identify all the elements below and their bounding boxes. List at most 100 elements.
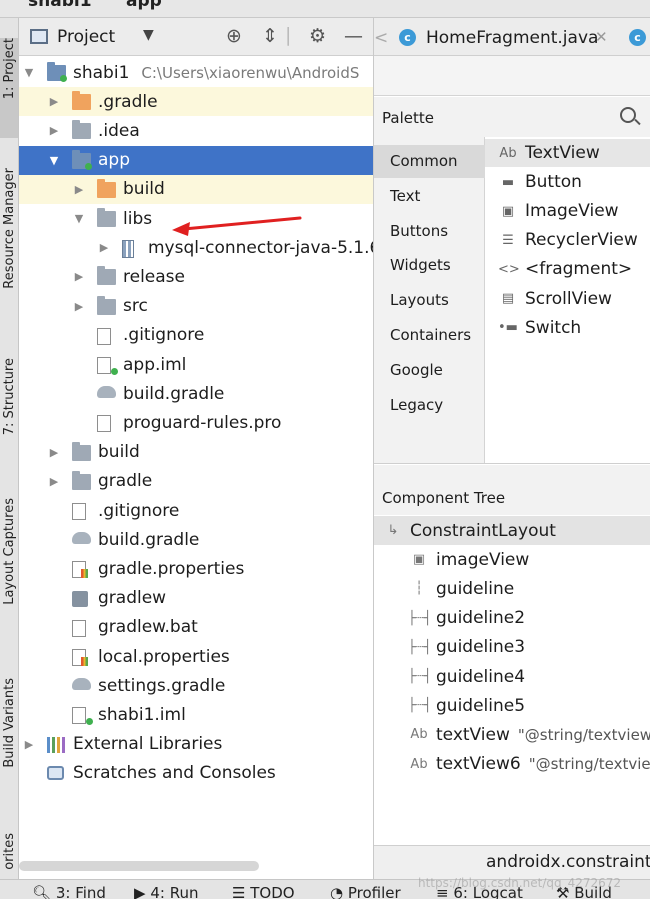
profiler-icon: ◔ — [330, 884, 344, 899]
close-icon[interactable]: ✕ — [595, 28, 608, 46]
palette-item-label: ImageView — [525, 201, 619, 222]
palette-item[interactable]: ▤ ScrollView — [485, 285, 650, 313]
palette-item[interactable]: •▬ Switch — [485, 314, 650, 342]
palette-item[interactable]: <> <fragment> — [485, 255, 650, 283]
expand-arrow-down-icon[interactable]: ▼ — [73, 212, 85, 225]
component-tree-node[interactable]: ↳ ConstraintLayout — [374, 516, 650, 545]
bottom-tab-run[interactable]: ▶ 4: Run — [134, 884, 198, 899]
component-tree-node[interactable]: ├┈┤ guideline3 — [374, 633, 650, 662]
tree-node[interactable]: gradlew — [19, 584, 373, 613]
tab-home-fragment[interactable]: HomeFragment.java — [426, 28, 598, 48]
tree-node[interactable]: ▼ app — [19, 145, 373, 175]
expand-arrow-right-icon[interactable]: ▶ — [73, 183, 85, 196]
tool-tab-project[interactable]: 1: Project — [0, 38, 18, 138]
tree-node[interactable]: ▶ External Libraries — [19, 730, 373, 759]
tool-tab-build-variants[interactable]: Build Variants — [0, 678, 18, 818]
horizontal-scrollbar[interactable] — [19, 861, 259, 871]
bottom-tab-find[interactable]: 🔍︎ 3: Find — [32, 884, 106, 899]
tree-node[interactable]: ▶ build — [19, 438, 373, 467]
tree-node[interactable]: build.gradle — [19, 379, 373, 408]
gear-icon[interactable]: ⚙ — [309, 26, 326, 46]
palette-category[interactable]: Widgets — [374, 249, 485, 282]
bottom-tab-todo[interactable]: ☰ TODO — [232, 884, 295, 899]
breadcrumb-module[interactable]: app — [126, 0, 162, 11]
bottom-tab-label: Profiler — [347, 884, 401, 899]
search-icon[interactable] — [620, 107, 636, 123]
expand-arrow-right-icon[interactable]: ▶ — [73, 300, 85, 313]
expand-arrow-down-icon[interactable]: ▼ — [23, 66, 35, 79]
bottom-tab-profiler[interactable]: ◔ Profiler — [330, 884, 401, 899]
component-tree-node[interactable]: ├┈┤ guideline4 — [374, 662, 650, 691]
minimize-icon[interactable]: — — [344, 26, 363, 46]
component-tree-label: guideline5 — [436, 695, 526, 716]
palette-item[interactable]: ▬ Button — [485, 168, 650, 196]
tree-node-label: mysql-connector-java-5.1.6.j — [148, 237, 374, 258]
collapse-all-icon[interactable]: ⇕ — [262, 26, 278, 46]
tree-node[interactable]: .gitignore — [19, 496, 373, 525]
module-folder-icon — [72, 149, 92, 170]
folder-icon — [97, 266, 116, 286]
jar-icon — [122, 240, 134, 259]
chevron-down-icon[interactable]: ▼ — [143, 27, 154, 43]
tree-node[interactable]: gradle.properties — [19, 554, 373, 583]
tree-node[interactable]: ▶ release — [19, 262, 373, 291]
fragment-icon: <> — [498, 261, 520, 277]
breadcrumb-project[interactable]: shabi1 — [28, 0, 92, 11]
text-view-icon: Ab — [410, 727, 428, 743]
expand-arrow-right-icon[interactable]: ▶ — [48, 446, 60, 459]
folder-orange-icon — [72, 91, 91, 111]
tree-node[interactable]: shabi1.iml — [19, 700, 373, 729]
palette-category[interactable]: Layouts — [374, 284, 485, 317]
expand-arrow-right-icon[interactable]: ▶ — [48, 475, 60, 488]
palette-item[interactable]: ☰ RecyclerView — [485, 226, 650, 254]
tree-node[interactable]: ▶ .gradle — [19, 87, 373, 117]
tree-node-label: gradlew — [98, 588, 167, 609]
tree-node[interactable]: ▶ src — [19, 292, 373, 321]
component-tree-node[interactable]: ├┈┤ guideline2 — [374, 604, 650, 633]
tool-tab-resource-manager[interactable]: Resource Manager — [0, 168, 18, 338]
component-tree-node[interactable]: ├┈┤ guideline5 — [374, 691, 650, 720]
list-icon: ☰ — [502, 232, 514, 248]
tree-node[interactable]: ▶ build — [19, 174, 373, 204]
module-badge-icon — [85, 162, 92, 170]
expand-arrow-right-icon[interactable]: ▶ — [48, 124, 60, 137]
expand-arrow-right-icon[interactable]: ▶ — [98, 241, 110, 254]
tree-node[interactable]: proguard-rules.pro — [19, 408, 373, 437]
expand-arrow-right-icon[interactable]: ▶ — [23, 738, 35, 751]
bottom-tab-label: TODO — [250, 884, 295, 899]
expand-arrow-down-icon[interactable]: ▼ — [48, 154, 60, 167]
tree-node[interactable]: local.properties — [19, 642, 373, 671]
project-view-selector[interactable]: Project — [57, 27, 115, 47]
tree-node[interactable]: gradlew.bat — [19, 613, 373, 642]
tree-node-label: gradle — [98, 471, 153, 492]
expand-arrow-right-icon[interactable]: ▶ — [73, 270, 85, 283]
tree-node[interactable]: ▶ gradle — [19, 467, 373, 496]
tool-tab-favorites[interactable]: orites — [0, 833, 18, 879]
tool-tab-structure[interactable]: 7: Structure — [0, 358, 18, 478]
tree-node[interactable]: settings.gradle — [19, 671, 373, 700]
tree-node[interactable]: ▼ shabi1 C:\Users\xiaorenwu\AndroidS — [19, 58, 373, 87]
palette-category[interactable]: Buttons — [374, 215, 485, 248]
tree-node[interactable]: build.gradle — [19, 525, 373, 554]
tree-node[interactable]: .gitignore — [19, 321, 373, 350]
palette-category[interactable]: Common — [374, 145, 485, 178]
palette-category[interactable]: Google — [374, 354, 485, 387]
tree-node[interactable]: app.iml — [19, 350, 373, 379]
module-badge-icon — [111, 368, 118, 375]
tree-node[interactable]: Scratches and Consoles — [19, 759, 373, 788]
palette-category[interactable]: Legacy — [374, 389, 485, 422]
tool-tab-layout-captures[interactable]: Layout Captures — [0, 498, 18, 658]
tree-node-label: build — [123, 179, 165, 200]
palette-item[interactable]: ▣ ImageView — [485, 197, 650, 225]
palette-item[interactable]: Ab TextView — [485, 139, 650, 167]
component-tree-node[interactable]: Ab textView "@string/textview — [374, 720, 650, 749]
palette-category[interactable]: Text — [374, 180, 485, 213]
expand-arrow-right-icon[interactable]: ▶ — [48, 95, 60, 108]
locate-target-icon[interactable]: ⊕ — [226, 26, 242, 46]
palette-category[interactable]: Containers — [374, 319, 485, 352]
component-tree-node[interactable]: ┆ guideline — [374, 574, 650, 603]
tree-node[interactable]: ▶ .idea — [19, 116, 373, 145]
tab-scroll-left-icon[interactable]: < — [374, 28, 388, 48]
component-tree-node[interactable]: ▣ imageView — [374, 545, 650, 574]
component-tree-node[interactable]: Ab textView6 "@string/textview — [374, 750, 650, 779]
